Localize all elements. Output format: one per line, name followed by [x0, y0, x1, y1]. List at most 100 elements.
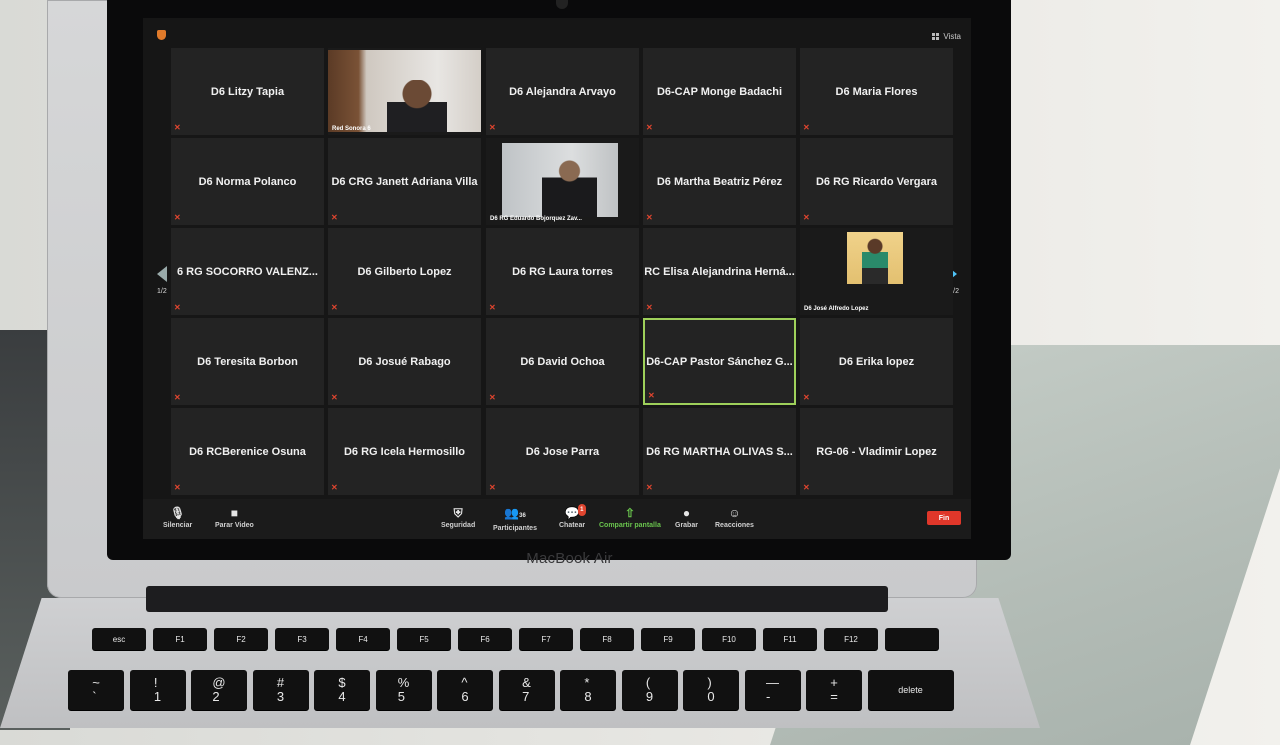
view-label: Vista [943, 32, 961, 41]
participant-tile[interactable]: D6 Maria Flores ✕ [800, 48, 953, 135]
keyboard-key: @ 2 [191, 670, 247, 710]
keyboard-key: F3 [275, 628, 329, 650]
muted-microphone-icon: ✕ [489, 303, 496, 312]
participant-tile[interactable]: D6 José Alfredo Lopez [800, 228, 953, 315]
participant-tile[interactable]: D6 Alejandra Arvayo ✕ [486, 48, 639, 135]
participant-tile[interactable]: D6 CRG Janett Adriana Villa ✕ [328, 138, 481, 225]
muted-microphone-icon: ✕ [646, 483, 653, 492]
keyboard-key: F8 [580, 628, 634, 650]
keyboard: esc F1 F2 F3 F4 F5 F6 F7 F8 F9 F10 F11 F12 ~ `! 1 @ 2 #… [60, 628, 980, 728]
participant-name: D6 Jose Parra [525, 445, 600, 458]
participants-button[interactable]: 👥36 Participantes [493, 507, 537, 532]
keyboard-key: ( 9 [621, 670, 678, 710]
laptop-lid: MacBook Air Vista 1/2 1/2 D6 Litzy Tapia… [47, 0, 1011, 598]
participant-tile[interactable]: D6-CAP Pastor Sánchez G... ✕ [643, 318, 796, 405]
participant-person-image [862, 238, 888, 284]
participant-tile[interactable]: D6 Martha Beatriz Pérez ✕ [643, 138, 796, 225]
keyboard-key: F12 [824, 628, 878, 650]
keyboard-key: ~ ` [68, 670, 124, 710]
participant-name: D6 RG Eduardo Bojorquez Zav... [490, 216, 582, 222]
participant-tile[interactable]: D6 RG Eduardo Bojorquez Zav... [486, 138, 639, 225]
top-bar: Vista [143, 18, 971, 48]
chat-icon: 💬 1 [564, 504, 586, 520]
participant-name: D6 Josué Rabago [358, 355, 451, 368]
participant-name: D6 Erika lopez [838, 355, 915, 368]
reactions-label: Reacciones [715, 522, 754, 529]
keyboard-key: F4 [336, 628, 390, 650]
participant-name: RC Elisa Alejandrina Herná... [644, 265, 795, 278]
participant-tile[interactable]: 6 RG SOCORRO VALENZ... ✕ [171, 228, 324, 315]
participant-video [502, 143, 618, 217]
keyboard-key: delete [867, 670, 954, 710]
muted-microphone-icon: ✕ [174, 393, 181, 402]
participant-tile[interactable]: D6 Josué Rabago ✕ [328, 318, 481, 405]
participant-tile[interactable]: D6 RG MARTHA OLIVAS S... ✕ [643, 408, 796, 495]
participant-name: D6-CAP Pastor Sánchez G... [646, 355, 793, 368]
participant-person-image [387, 80, 447, 132]
participant-tile[interactable]: D6 Gilberto Lopez ✕ [328, 228, 481, 315]
participant-video [328, 50, 481, 132]
participant-name: RG-06 - Vladimir Lopez [816, 445, 937, 458]
view-button[interactable]: Vista [932, 32, 961, 41]
reactions-icon: ☺ [728, 506, 741, 520]
muted-microphone-icon: ✕ [803, 123, 810, 132]
muted-microphone-icon: ✕ [803, 213, 810, 222]
participant-tile[interactable]: D6 Teresita Borbon ✕ [171, 318, 324, 405]
muted-microphone-icon: ✕ [331, 213, 338, 222]
keyboard-key: % 5 [375, 670, 432, 710]
participant-name: D6 RCBerenice Osuna [189, 445, 306, 458]
participant-tile[interactable]: D6-CAP Monge Badachi ✕ [643, 48, 796, 135]
muted-microphone-icon: ✕ [646, 123, 653, 132]
muted-microphone-icon: ✕ [331, 303, 338, 312]
chat-badge: 1 [578, 504, 586, 516]
share-screen-icon: ⇧ [624, 506, 635, 520]
participant-tile[interactable]: RG-06 - Vladimir Lopez ✕ [800, 408, 953, 495]
muted-microphone-icon: ✕ [174, 123, 181, 132]
record-label: Grabar [675, 522, 698, 529]
keyboard-key: — - [744, 670, 801, 710]
muted-microphone-icon: ✕ [174, 483, 181, 492]
participant-tile[interactable]: D6 Litzy Tapia ✕ [171, 48, 324, 135]
share-screen-button[interactable]: ⇧ Compartir pantalla [599, 507, 661, 529]
participant-name: D6 Martha Beatriz Pérez [656, 175, 783, 188]
participant-tile[interactable]: D6 Norma Polanco ✕ [171, 138, 324, 225]
participant-tile[interactable]: D6 RG Laura torres ✕ [486, 228, 639, 315]
reactions-button[interactable]: ☺ Reacciones [715, 507, 754, 529]
security-button[interactable]: ⛨ Seguridad [441, 507, 475, 529]
participant-name: D6 Litzy Tapia [210, 85, 285, 98]
previous-page-arrow-icon[interactable] [157, 266, 167, 282]
muted-microphone-icon: ✕ [489, 123, 496, 132]
keyboard-key: F7 [519, 628, 573, 650]
muted-microphone-icon: ✕ [803, 483, 810, 492]
participant-tile[interactable]: D6 RG Icela Hermosillo ✕ [328, 408, 481, 495]
security-shield-icon [157, 30, 166, 40]
muted-microphone-icon: ✕ [648, 391, 655, 400]
keyboard-key: F9 [641, 628, 695, 650]
participant-tile[interactable]: D6 Jose Parra ✕ [486, 408, 639, 495]
record-button[interactable]: ● Grabar [675, 507, 698, 529]
chat-button[interactable]: 💬 1 Chatear [559, 504, 586, 529]
mute-button[interactable]: 🎙 Silenciar [163, 507, 192, 529]
mute-label: Silenciar [163, 522, 193, 529]
participant-tile[interactable]: D6 David Ochoa ✕ [486, 318, 639, 405]
keyboard-key: ! 1 [129, 670, 186, 710]
participant-tile[interactable]: D6 RG Ricardo Vergara ✕ [800, 138, 953, 225]
meeting-toolbar: 🎙 Silenciar ■ Parar Video ⛨ Seguridad 👥3… [143, 499, 971, 539]
muted-microphone-icon: ✕ [489, 483, 496, 492]
participant-tile[interactable]: Red Sonora 6 [328, 48, 481, 135]
participant-name: 6 RG SOCORRO VALENZ... [177, 265, 318, 278]
participant-tile[interactable]: RC Elisa Alejandrina Herná... ✕ [643, 228, 796, 315]
participant-tile[interactable]: D6 RCBerenice Osuna ✕ [171, 408, 324, 495]
participant-video [847, 232, 903, 284]
muted-microphone-icon: ✕ [174, 303, 181, 312]
stop-video-button[interactable]: ■ Parar Video [215, 507, 254, 529]
participant-name: Red Sonora 6 [332, 126, 371, 132]
participant-name: D6 David Ochoa [520, 355, 605, 368]
keyboard-key: esc [92, 628, 146, 650]
stop-video-label: Parar Video [215, 522, 254, 529]
participant-tile[interactable]: D6 Erika lopez ✕ [800, 318, 953, 405]
end-meeting-button[interactable]: Fin [927, 511, 961, 525]
shield-icon: ⛨ [453, 506, 463, 520]
page-indicator-left: 1/2 [157, 288, 167, 295]
participant-name: D6 Teresita Borbon [197, 355, 298, 368]
